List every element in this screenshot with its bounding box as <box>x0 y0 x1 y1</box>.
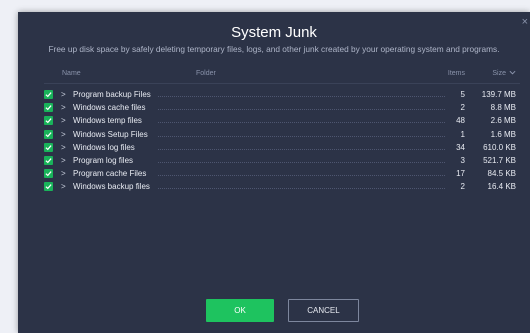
table-row[interactable]: > Program log files 3 521.7 KB <box>18 154 530 167</box>
row-items: 17 <box>456 169 465 179</box>
row-size: 84.5 KB <box>487 169 516 179</box>
row-name: Program log files <box>73 156 134 165</box>
row-items: 5 <box>460 90 465 99</box>
table-row[interactable]: > Windows log files 34 610.0 KB <box>18 141 530 154</box>
column-header-items[interactable]: Items <box>448 69 465 79</box>
expand-chevron-icon[interactable]: > <box>61 101 66 114</box>
system-junk-dialog: × System Junk Free up disk space by safe… <box>18 12 530 333</box>
table-row[interactable]: > Program cache Files 17 84.5 KB <box>18 167 530 180</box>
row-name: Windows cache files <box>73 103 146 113</box>
header-divider <box>44 83 520 84</box>
cancel-button[interactable]: CANCEL <box>288 299 359 322</box>
dialog-subtitle: Free up disk space by safely deleting te… <box>48 44 500 54</box>
row-size: 610.0 KB <box>483 142 516 152</box>
row-name: Windows Setup Files <box>73 129 148 139</box>
row-items: 48 <box>456 116 465 126</box>
row-leader <box>158 135 445 137</box>
ok-button[interactable]: OK <box>206 299 274 322</box>
row-size: 8.8 MB <box>490 103 516 113</box>
row-checkbox[interactable] <box>44 103 53 113</box>
row-items: 2 <box>460 103 465 113</box>
row-size: 521.7 KB <box>483 156 516 165</box>
row-checkbox[interactable] <box>44 169 53 179</box>
row-leader <box>158 109 445 111</box>
table-row[interactable]: > Windows temp files 48 2.6 MB <box>18 114 530 127</box>
row-leader <box>158 122 445 124</box>
row-name: Program cache Files <box>73 169 147 179</box>
row-name: Windows log files <box>73 142 135 152</box>
row-checkbox[interactable] <box>44 182 53 192</box>
dialog-title: System Junk <box>231 24 317 41</box>
row-checkbox[interactable] <box>44 156 53 165</box>
expand-chevron-icon[interactable]: > <box>61 114 66 127</box>
column-header-size[interactable]: Size <box>492 69 506 79</box>
expand-chevron-icon[interactable]: > <box>61 128 66 141</box>
chevron-down-icon[interactable] <box>509 69 516 79</box>
row-checkbox[interactable] <box>44 116 53 126</box>
row-checkbox[interactable] <box>44 90 53 99</box>
row-size: 1.6 MB <box>490 129 516 139</box>
row-size: 2.6 MB <box>490 116 516 126</box>
row-name: Windows temp files <box>73 116 142 126</box>
row-size: 139.7 MB <box>481 90 516 99</box>
row-leader <box>158 188 445 190</box>
expand-chevron-icon[interactable]: > <box>61 154 66 167</box>
expand-chevron-icon[interactable]: > <box>61 167 66 180</box>
table-row[interactable]: > Windows cache files 2 8.8 MB <box>18 101 530 114</box>
table-row[interactable]: > Program backup Files 5 139.7 MB <box>18 88 530 101</box>
row-items: 3 <box>460 156 465 165</box>
row-leader <box>158 148 445 150</box>
row-leader <box>158 96 445 97</box>
expand-chevron-icon[interactable]: > <box>61 88 66 101</box>
row-items: 2 <box>460 182 465 192</box>
row-checkbox[interactable] <box>44 129 53 139</box>
expand-chevron-icon[interactable]: > <box>61 180 66 193</box>
row-leader <box>158 162 445 163</box>
row-size: 16.4 KB <box>487 182 516 192</box>
row-items: 34 <box>456 142 465 152</box>
row-checkbox[interactable] <box>44 142 53 152</box>
table-row[interactable]: > Windows Setup Files 1 1.6 MB <box>18 128 530 141</box>
column-header-folder[interactable]: Folder <box>196 69 216 79</box>
row-leader <box>158 175 445 177</box>
row-items: 1 <box>460 129 465 139</box>
column-header-name[interactable]: Name <box>62 69 81 79</box>
table-row[interactable]: > Windows backup files 2 16.4 KB <box>18 180 530 193</box>
row-name: Windows backup files <box>73 182 150 192</box>
row-name: Program backup Files <box>73 90 151 99</box>
expand-chevron-icon[interactable]: > <box>61 141 66 154</box>
